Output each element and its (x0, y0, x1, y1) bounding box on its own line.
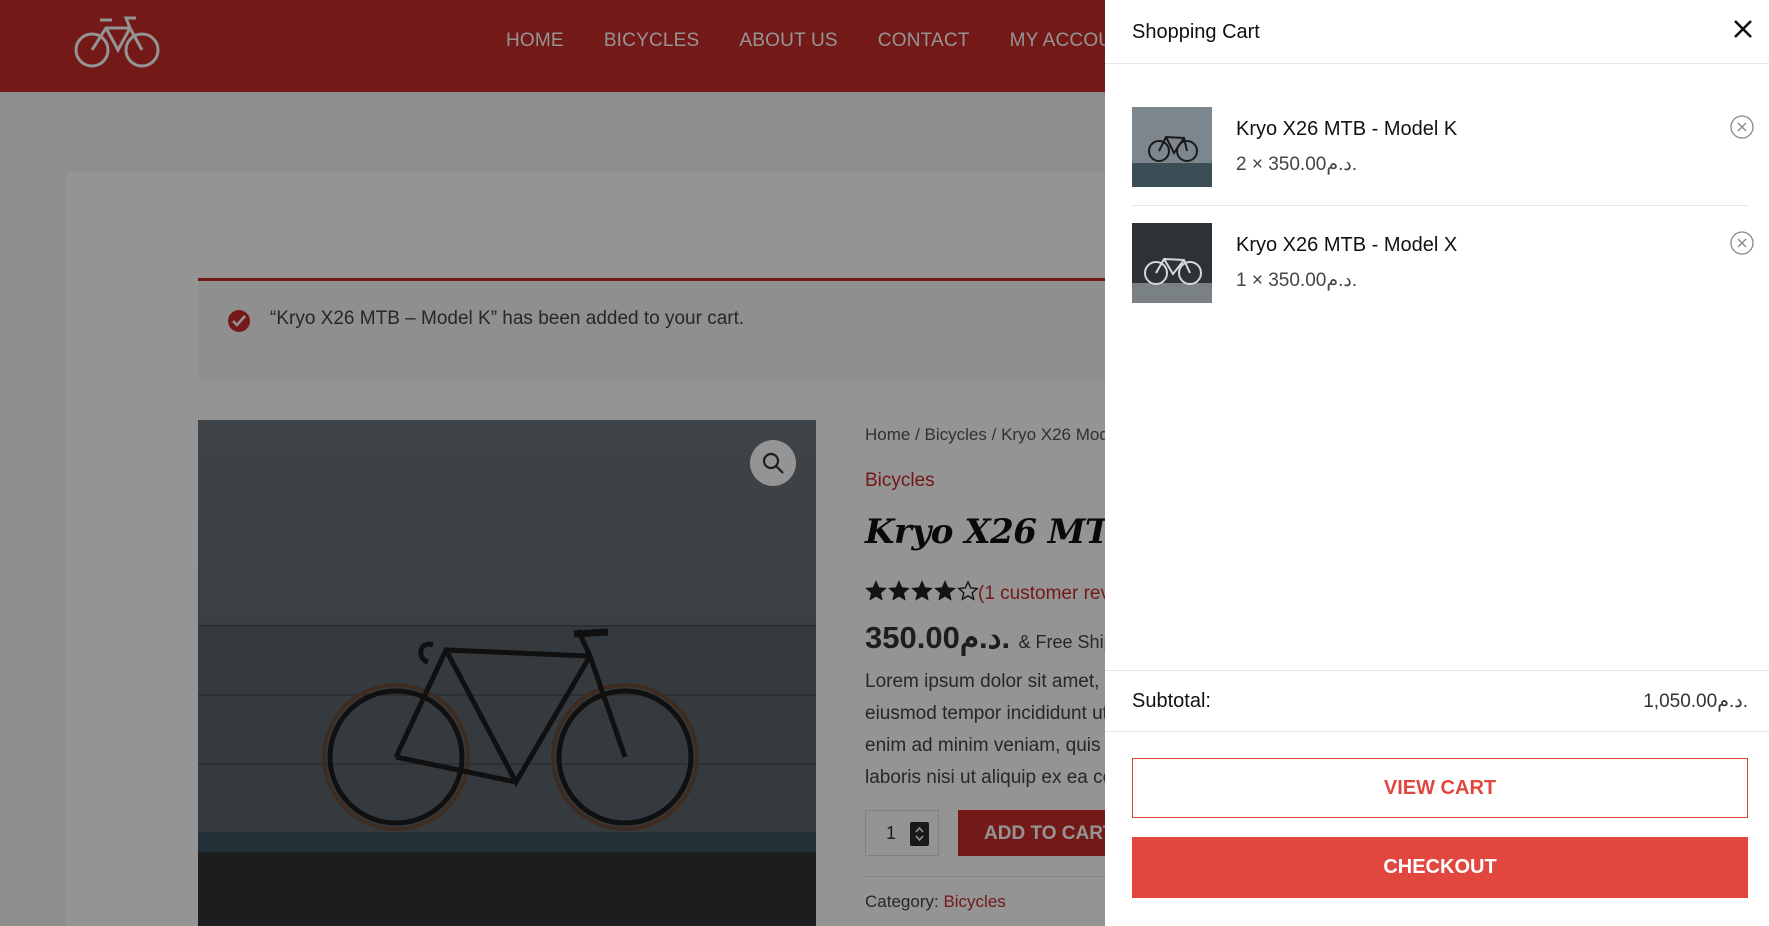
cart-item-qty-price: 2 × 350.00د.م. (1236, 154, 1358, 175)
checkout-button[interactable]: CHECKOUT (1132, 837, 1748, 898)
cart-title: Shopping Cart (1132, 21, 1260, 43)
cart-item-qty-price: 1 × 350.00د.م. (1236, 270, 1358, 291)
cart-item-name[interactable]: Kryo X26 MTB - Model K (1236, 118, 1457, 141)
remove-item-icon[interactable] (1730, 115, 1754, 139)
drawer-backdrop[interactable] (0, 0, 1105, 926)
subtotal-value: 1,050.00د.م. (1643, 691, 1748, 712)
divider (1105, 670, 1769, 671)
view-cart-button[interactable]: VIEW CART (1132, 758, 1748, 818)
divider (1132, 205, 1748, 206)
divider (1105, 63, 1769, 64)
cart-drawer: Shopping Cart Kryo X26 MTB - Model K 2 ×… (1105, 0, 1769, 926)
close-icon[interactable] (1731, 17, 1755, 41)
remove-item-icon[interactable] (1730, 231, 1754, 255)
divider (1105, 731, 1769, 732)
subtotal-label: Subtotal: (1132, 690, 1211, 712)
cart-item: Kryo X26 MTB - Model X 1 × 350.00د.م. (1132, 223, 1754, 305)
cart-item: Kryo X26 MTB - Model K 2 × 350.00د.م. (1132, 107, 1754, 189)
cart-item-thumbnail[interactable] (1132, 223, 1212, 303)
cart-item-name[interactable]: Kryo X26 MTB - Model X (1236, 234, 1457, 257)
cart-item-thumbnail[interactable] (1132, 107, 1212, 187)
